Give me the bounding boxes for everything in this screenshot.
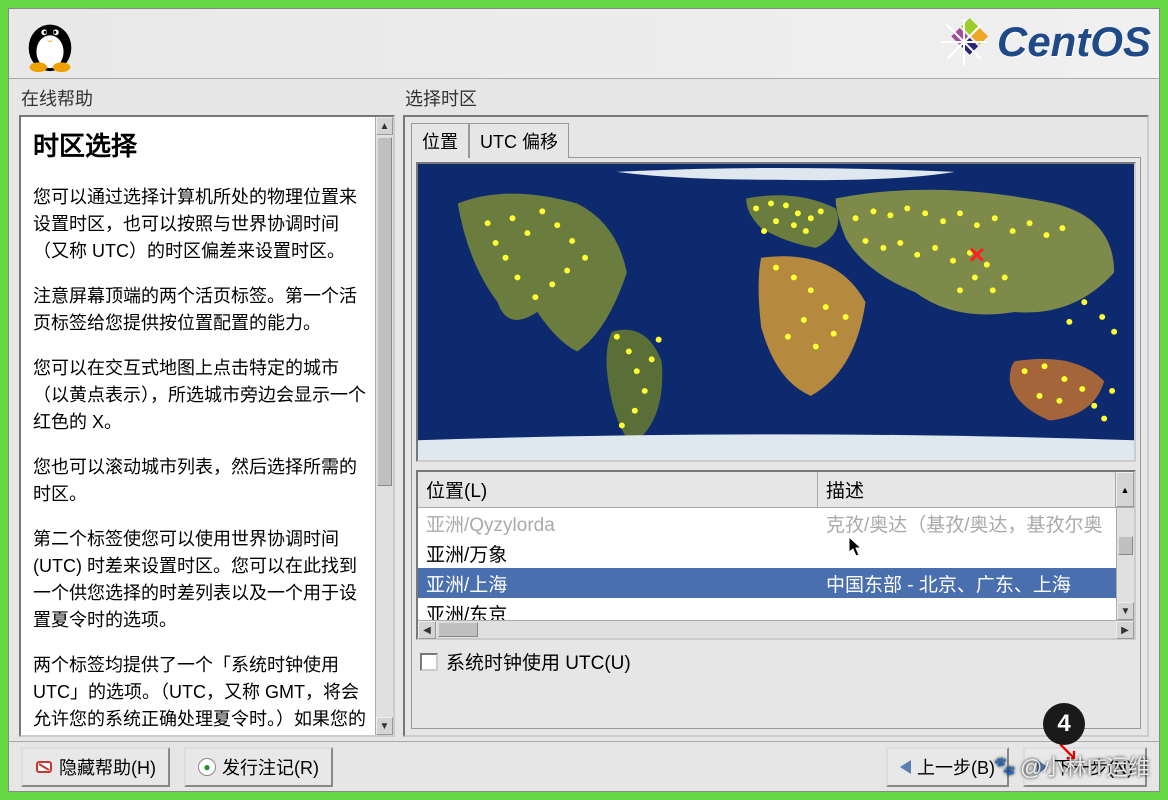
cell-location: 亚洲/东京 xyxy=(418,600,818,621)
table-hscrollbar[interactable]: ◀ ▶ xyxy=(418,620,1134,638)
column-header-description[interactable]: 描述 xyxy=(818,472,1116,507)
tux-icon xyxy=(19,11,81,73)
timezone-panel-title: 选择时区 xyxy=(403,85,1149,111)
centos-text: CentOS xyxy=(997,18,1151,66)
release-notes-button[interactable]: ● 发行注记(R) xyxy=(184,747,333,787)
help-heading: 时区选择 xyxy=(33,127,369,166)
scroll-down-button[interactable]: ▼ xyxy=(1117,602,1134,620)
hide-help-label: 隐藏帮助(H) xyxy=(59,754,156,780)
hide-icon xyxy=(35,758,53,776)
table-row-selected[interactable]: 亚洲/上海 中国东部 - 北京、广东、上海 xyxy=(418,568,1116,598)
cell-location: 亚洲/Qyzylorda xyxy=(418,510,818,537)
scroll-down-button[interactable]: ▼ xyxy=(376,717,393,735)
cell-description: 中国东部 - 北京、广东、上海 xyxy=(818,570,1116,597)
footer-bar: 隐藏帮助(H) ● 发行注记(R) 上一步(B) 下一步(N) xyxy=(9,741,1159,791)
back-button[interactable]: 上一步(B) xyxy=(886,747,1009,787)
help-paragraph: 您可以在交互式地图上点击特定的城市（以黄点表示），所选城市旁边会显示一个红色的 … xyxy=(33,355,369,436)
help-paragraph: 您也可以滚动城市列表，然后选择所需的时区。 xyxy=(33,454,369,508)
help-paragraph: 注意屏幕顶端的两个活页标签。第一个活页标签给您提供按位置配置的能力。 xyxy=(33,283,369,337)
release-notes-label: 发行注记(R) xyxy=(222,754,319,780)
timezone-table: 位置(L) 描述 ▲ 亚洲/Qyzylorda 克孜/奥达（基孜/奥达，基孜尔奥 xyxy=(416,470,1136,640)
help-paragraph: 您可以通过选择计算机所处的物理位置来设置时区，也可以按照与世界协调时间（又称 U… xyxy=(33,184,369,265)
table-row[interactable]: 亚洲/Qyzylorda 克孜/奥达（基孜/奥达，基孜尔奥 xyxy=(418,508,1116,538)
globe-icon: ● xyxy=(198,758,216,776)
triangle-left-icon xyxy=(900,760,911,774)
column-header-location[interactable]: 位置(L) xyxy=(418,472,818,507)
utc-checkbox-label: 系统时钟使用 UTC(U) xyxy=(446,648,631,675)
help-text-box: 时区选择 您可以通过选择计算机所处的物理位置来设置时区，也可以按照与世界协调时间… xyxy=(19,115,395,737)
centos-logo: CentOS xyxy=(939,17,1151,67)
help-panel-title: 在线帮助 xyxy=(19,85,395,111)
cursor-icon xyxy=(848,536,864,558)
scroll-up-button[interactable]: ▲ xyxy=(1116,472,1134,507)
centos-icon xyxy=(939,17,989,67)
header-bar: CentOS xyxy=(9,9,1159,79)
cell-location: 亚洲/万象 xyxy=(418,540,818,567)
help-paragraph: 第二个标签使您可以使用世界协调时间 (UTC) 时差来设置时区。您可以在此找到一… xyxy=(33,526,369,634)
scroll-left-button[interactable]: ◀ xyxy=(418,621,436,639)
cell-description: 克孜/奥达（基孜/奥达，基孜尔奥 xyxy=(818,510,1116,537)
paw-icon: 🐾 xyxy=(994,756,1016,777)
tab-utc-offset[interactable]: UTC 偏移 xyxy=(469,123,569,158)
scroll-right-button[interactable]: ▶ xyxy=(1116,621,1134,639)
utc-checkbox[interactable] xyxy=(420,653,438,671)
cell-location: 亚洲/上海 xyxy=(418,570,818,597)
scroll-up-button[interactable]: ▲ xyxy=(376,117,393,135)
table-row[interactable]: 亚洲/东京 xyxy=(418,598,1116,620)
tab-location[interactable]: 位置 xyxy=(411,123,469,158)
annotation-step-badge: 4 xyxy=(1043,703,1085,745)
world-map[interactable] xyxy=(416,162,1136,462)
watermark-text: @小林IT运维 xyxy=(1020,750,1150,782)
watermark: 🐾 @小林IT运维 xyxy=(994,750,1150,782)
help-scrollbar[interactable]: ▲ ▼ xyxy=(375,117,393,735)
back-label: 上一步(B) xyxy=(917,754,995,780)
hide-help-button[interactable]: 隐藏帮助(H) xyxy=(21,747,170,787)
help-paragraph: 两个标签均提供了一个「系统时钟使用 UTC」的选项。（UTC，又称 GMT，将会… xyxy=(33,652,369,735)
table-scrollbar[interactable]: ▼ xyxy=(1116,508,1134,620)
table-row[interactable]: 亚洲/万象 xyxy=(418,538,1116,568)
